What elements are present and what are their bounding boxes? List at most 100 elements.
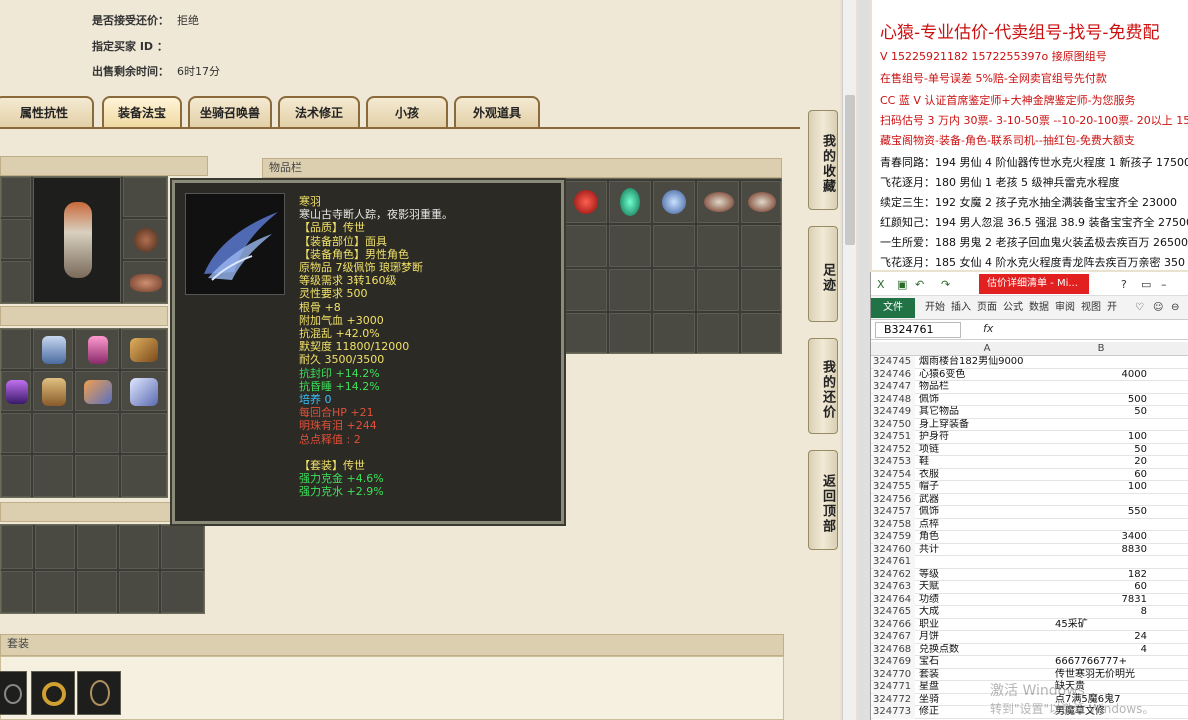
inventory-slot[interactable]	[653, 225, 695, 267]
inventory-slot[interactable]	[697, 269, 739, 311]
ribbon-tab-insert[interactable]: 插入	[949, 299, 973, 317]
inventory-slot[interactable]	[697, 181, 739, 223]
cell-b[interactable]: 50	[1055, 444, 1147, 457]
row-number[interactable]: 324773	[873, 706, 915, 719]
favorites-button[interactable]: 我的收藏	[808, 110, 838, 210]
inventory-slot[interactable]	[741, 225, 781, 267]
page-scrollbar[interactable]	[842, 0, 856, 720]
row-number[interactable]: 324753	[873, 456, 915, 469]
cell-b[interactable]: 20	[1055, 456, 1147, 469]
row-number[interactable]: 324752	[873, 443, 915, 456]
tab-child[interactable]: 小孩	[366, 96, 448, 128]
minimize-icon[interactable]: –	[1161, 278, 1167, 291]
inventory-slot[interactable]	[741, 269, 781, 311]
row-number[interactable]: 324754	[873, 468, 915, 481]
cell-a[interactable]: 项链	[919, 444, 1055, 457]
undo-icon[interactable]: ↶	[915, 278, 924, 291]
suit-slot[interactable]	[31, 671, 75, 715]
bag-slot[interactable]	[1, 525, 33, 569]
cell-a[interactable]: 佩饰	[919, 506, 1055, 519]
row-number[interactable]: 324766	[873, 618, 915, 631]
bag-slot[interactable]	[121, 371, 167, 411]
cell-b[interactable]: 8	[1055, 606, 1147, 619]
cell-b[interactable]: 6667766777+	[1055, 656, 1147, 669]
cell-b[interactable]: 500	[1055, 394, 1147, 407]
inventory-slot[interactable]	[609, 269, 651, 311]
ribbon-minimize-icon[interactable]: ⊖	[1169, 299, 1181, 317]
bag-slot[interactable]	[161, 571, 204, 613]
sheet-row[interactable]: 324757 佩饰 550	[871, 506, 1188, 519]
cell-a[interactable]: 角色	[919, 531, 1055, 544]
cell-a[interactable]: 功绩	[919, 594, 1055, 607]
cell-a[interactable]: 月饼	[919, 631, 1055, 644]
equip-slot[interactable]	[1, 219, 31, 259]
scrollbar-thumb[interactable]	[845, 95, 855, 245]
equip-slot[interactable]	[1, 177, 31, 217]
ribbon-heart-icon[interactable]: ♡	[1133, 299, 1146, 317]
bag-slot[interactable]	[33, 413, 73, 453]
row-number[interactable]: 324756	[873, 493, 915, 506]
bag-slot[interactable]	[75, 371, 119, 411]
cell-a[interactable]: 鞋	[919, 456, 1055, 469]
row-number[interactable]: 324750	[873, 418, 915, 431]
row-number[interactable]: 324764	[873, 593, 915, 606]
sheet-row[interactable]: 324768 兑换点数 4	[871, 643, 1188, 657]
bag-slot[interactable]	[1, 413, 31, 453]
name-box[interactable]: B324761	[875, 322, 961, 338]
row-number[interactable]: 324755	[873, 481, 915, 494]
inventory-slot[interactable]	[741, 313, 781, 353]
equip-slot[interactable]	[123, 261, 167, 303]
sheet-row[interactable]: 324760 共计 8830	[871, 543, 1188, 557]
row-number[interactable]: 324765	[873, 606, 915, 619]
inventory-slot[interactable]	[609, 225, 651, 267]
cell-b[interactable]: 45采矿	[1055, 619, 1147, 632]
cell-a[interactable]: 武器	[919, 494, 1055, 507]
sheet-row[interactable]: 324755 帽子 100	[871, 481, 1188, 494]
cell-a[interactable]: 点椊	[919, 519, 1055, 532]
bag-slot[interactable]	[75, 455, 119, 497]
ribbon-tab-formulas[interactable]: 公式	[1001, 299, 1025, 317]
inventory-slot[interactable]	[565, 225, 607, 267]
sheet-row[interactable]: 324752 项链 50	[871, 443, 1188, 457]
cell-a[interactable]: 物品栏	[919, 381, 1055, 394]
sheet-row[interactable]: 324754 衣服 60	[871, 468, 1188, 482]
bag-slot[interactable]	[33, 371, 73, 411]
ribbon-tab-dev[interactable]: 开	[1105, 299, 1119, 317]
cell-a[interactable]: 大成	[919, 606, 1055, 619]
cell-b[interactable]: 60	[1055, 469, 1147, 482]
row-number[interactable]: 324769	[873, 656, 915, 669]
bag-slot[interactable]	[1, 571, 33, 613]
cell-a[interactable]: 天赋	[919, 581, 1055, 594]
bag-slot[interactable]	[121, 413, 167, 453]
sheet-row[interactable]: 324759 角色 3400	[871, 531, 1188, 544]
tab-spell-mod[interactable]: 法术修正	[278, 96, 360, 128]
redo-icon[interactable]: ↷	[941, 278, 950, 291]
cell-b[interactable]: 8830	[1055, 544, 1147, 557]
bag-slot[interactable]	[161, 525, 204, 569]
cell-a[interactable]: 职业	[919, 619, 1055, 632]
cell-b[interactable]: 60	[1055, 581, 1147, 594]
row-number[interactable]: 324751	[873, 431, 915, 444]
ribbon-tab-file[interactable]: 文件	[871, 298, 915, 318]
sheet-row[interactable]: 324749 其它物品 50	[871, 406, 1188, 419]
sheet-row[interactable]: 324763 天赋 60	[871, 581, 1188, 594]
row-number[interactable]: 324745	[873, 356, 915, 369]
ribbon-tab-page[interactable]: 页面	[975, 299, 999, 317]
equip-slot[interactable]	[123, 219, 167, 259]
bag-slot[interactable]	[77, 571, 117, 613]
cell-a[interactable]: 兑换点数	[919, 644, 1055, 657]
bag-slot[interactable]	[35, 571, 75, 613]
cell-b[interactable]: 50	[1055, 406, 1147, 419]
cell-b[interactable]: 7831	[1055, 594, 1147, 607]
row-number[interactable]: 324772	[873, 693, 915, 706]
sheet-row[interactable]: 324758 点椊	[871, 518, 1188, 532]
cell-a[interactable]: 心猿6变色	[919, 369, 1055, 382]
cell-a[interactable]: 等级	[919, 569, 1055, 582]
row-number[interactable]: 324757	[873, 506, 915, 519]
sheet-row[interactable]: 324753 鞋 20	[871, 456, 1188, 469]
sheet-row[interactable]: 324746 心猿6变色 4000	[871, 368, 1188, 382]
bag-slot[interactable]	[1, 371, 31, 411]
bag-slot[interactable]	[35, 525, 75, 569]
cell-b[interactable]: 100	[1055, 431, 1147, 444]
inventory-slot[interactable]	[653, 181, 695, 223]
